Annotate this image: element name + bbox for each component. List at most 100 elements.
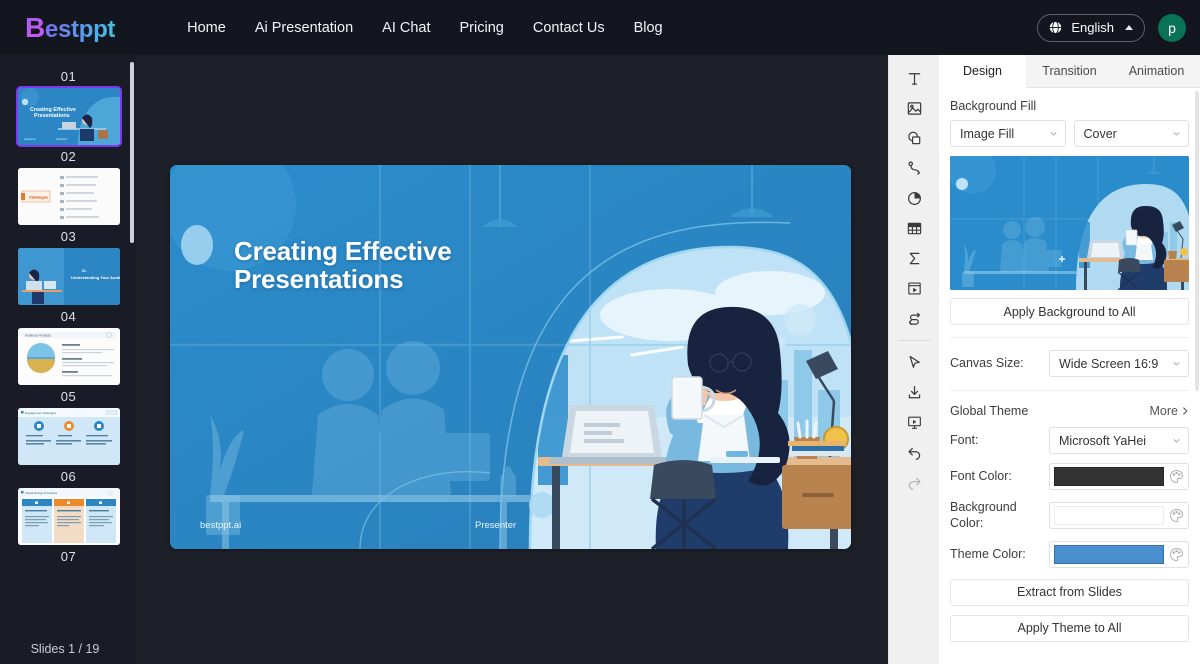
slide-thumbnail[interactable]: Creating Effective Presentations bestppt…	[15, 86, 122, 147]
chevron-down-icon	[1049, 132, 1057, 136]
panel-tabs: Design Transition Animation	[939, 55, 1200, 88]
formula-sigma-icon[interactable]	[897, 243, 931, 273]
svg-text:Engagement Strategies: Engagement Strategies	[25, 411, 57, 415]
fill-mode-select[interactable]: Cover	[1073, 120, 1189, 147]
apply-background-to-all-button[interactable]: Apply Background to All	[950, 298, 1189, 325]
global-theme-more-button[interactable]: More	[1150, 404, 1189, 418]
nav-item-contact-us[interactable]: Contact Us	[533, 20, 605, 36]
slide-thumb-item-2[interactable]: 02 Catalogue	[0, 145, 137, 225]
text-icon[interactable]	[897, 63, 931, 93]
canvas-size-value: Wide Screen 16:9	[1059, 356, 1159, 371]
canvas-size-row: Canvas Size: Wide Screen 16:9	[950, 350, 1189, 377]
redo-icon[interactable]	[897, 467, 931, 497]
background-preview[interactable]	[950, 156, 1189, 290]
background-color-label: Background Color:	[950, 500, 1017, 531]
caret-up-icon	[1125, 25, 1133, 30]
font-color-swatch[interactable]	[1054, 467, 1164, 486]
nav-item-ai-chat[interactable]: AI Chat	[382, 20, 430, 36]
tool-rail	[888, 55, 939, 664]
nav-item-blog[interactable]: Blog	[634, 20, 663, 36]
thumb-art-6: Visual Design Principles	[17, 488, 120, 545]
avatar[interactable]: p	[1158, 13, 1186, 42]
theme-color-row: Theme Color:	[950, 540, 1189, 568]
background-color-field[interactable]	[1049, 501, 1189, 529]
font-color-field[interactable]	[1049, 463, 1189, 490]
tab-animation[interactable]: Animation	[1113, 55, 1200, 88]
svg-text:Presentations: Presentations	[34, 113, 70, 119]
thumb-art-5: Engagement Strategies	[17, 408, 120, 465]
slide-thumbnail[interactable]: Catalogue	[17, 168, 120, 225]
slide-thumb-item-6[interactable]: 06 Visual Design Principles	[0, 465, 137, 545]
font-color-label: Font Color:	[950, 469, 1012, 484]
slide-thumb-item-7[interactable]: 07	[0, 545, 137, 568]
shape-icon[interactable]	[897, 123, 931, 153]
globe-icon	[1049, 20, 1063, 35]
slide-thumbnail[interactable]: Audience Analysis	[17, 328, 120, 385]
logo-mark: B	[25, 11, 45, 43]
svg-text:Presenter: Presenter	[56, 137, 67, 141]
undo-icon[interactable]	[897, 437, 931, 467]
font-row: Font: Microsoft YaHei	[950, 427, 1189, 454]
slide-thumb-item-3[interactable]: 03 01. Understanding Your Audience	[0, 225, 137, 305]
table-icon[interactable]	[897, 213, 931, 243]
apply-theme-to-all-button[interactable]: Apply Theme to All	[950, 614, 1189, 642]
background-color-swatch[interactable]	[1054, 505, 1164, 525]
chart-pie-icon[interactable]	[897, 183, 931, 213]
slide-canvas-area[interactable]: Creating Effective Presentations bestppt…	[137, 55, 888, 664]
background-fill-controls: Image Fill Cover	[950, 120, 1189, 147]
slide-thumb-item-4[interactable]: 04 Audience Analysis	[0, 305, 137, 385]
connector-icon[interactable]	[897, 153, 931, 183]
app-logo[interactable]: Bestppt	[25, 12, 115, 44]
tool-rail-divider	[897, 340, 931, 341]
download-icon[interactable]	[897, 377, 931, 407]
slide-footer-right[interactable]: Presenter	[475, 520, 516, 531]
cursor-pointer-icon[interactable]	[897, 347, 931, 377]
theme-color-swatch[interactable]	[1054, 544, 1164, 564]
flow-icon[interactable]	[897, 303, 931, 333]
slide-number-label: 04	[60, 309, 77, 324]
nav-item-pricing[interactable]: Pricing	[460, 20, 504, 36]
font-select[interactable]: Microsoft YaHei	[1049, 427, 1189, 454]
present-icon[interactable]	[897, 407, 931, 437]
font-label: Font:	[950, 433, 979, 448]
palette-icon[interactable]	[1169, 508, 1184, 523]
slide-title-text[interactable]: Creating Effective Presentations	[234, 237, 534, 293]
tab-transition[interactable]: Transition	[1026, 55, 1113, 88]
svg-text:Audience Analysis: Audience Analysis	[25, 334, 51, 338]
editor-body: 01 Creating Effective Presentations best…	[0, 55, 1200, 664]
thumb-art-1: Creating Effective Presentations bestppt…	[17, 88, 120, 145]
thumb-art-2: Catalogue	[17, 168, 120, 225]
right-panel-scrollbar[interactable]	[1195, 91, 1199, 391]
nav-item-ai-presentation[interactable]: Ai Presentation	[255, 20, 353, 36]
media-icon[interactable]	[897, 273, 931, 303]
slide-thumb-item-1[interactable]: 01 Creating Effective Presentations best…	[0, 65, 137, 147]
divider	[950, 390, 1189, 391]
chevron-right-icon	[1183, 407, 1188, 415]
theme-color-field[interactable]	[1049, 540, 1189, 568]
palette-icon[interactable]	[1169, 547, 1184, 562]
current-slide[interactable]: Creating Effective Presentations bestppt…	[170, 165, 851, 549]
slide-thumbnail[interactable]: 01. Understanding Your Audience	[17, 248, 120, 305]
slide-thumb-item-5[interactable]: 05 Engagement Strategies	[0, 385, 137, 465]
nav-item-home[interactable]: Home	[187, 20, 226, 36]
slide-footer-left[interactable]: bestppt.ai	[200, 520, 241, 531]
slide-list-scrollbar[interactable]	[130, 62, 134, 243]
chevron-down-icon	[1173, 439, 1180, 443]
tab-design[interactable]: Design	[939, 55, 1026, 88]
canvas-size-select[interactable]: Wide Screen 16:9	[1049, 350, 1189, 377]
palette-icon[interactable]	[1169, 469, 1184, 484]
slide-thumbnail[interactable]: Visual Design Principles	[17, 488, 120, 545]
slide-number-label: 02	[60, 149, 77, 164]
fill-type-select[interactable]: Image Fill	[950, 120, 1066, 147]
slide-thumbnail[interactable]: Engagement Strategies	[17, 408, 120, 465]
language-selector[interactable]: English	[1037, 13, 1145, 42]
design-properties-panel: Design Transition Animation Background F…	[939, 55, 1200, 664]
image-icon[interactable]	[897, 93, 931, 123]
divider	[950, 337, 1189, 338]
more-label: More	[1149, 404, 1178, 418]
slide-number-label: 06	[60, 469, 77, 484]
thumb-art-3: 01. Understanding Your Audience	[17, 248, 120, 305]
extract-from-slides-button[interactable]: Extract from Slides	[950, 578, 1189, 606]
panel-body: Background Fill Image Fill Cover Apply B…	[939, 88, 1200, 664]
top-right-controls: English p	[1037, 0, 1186, 55]
